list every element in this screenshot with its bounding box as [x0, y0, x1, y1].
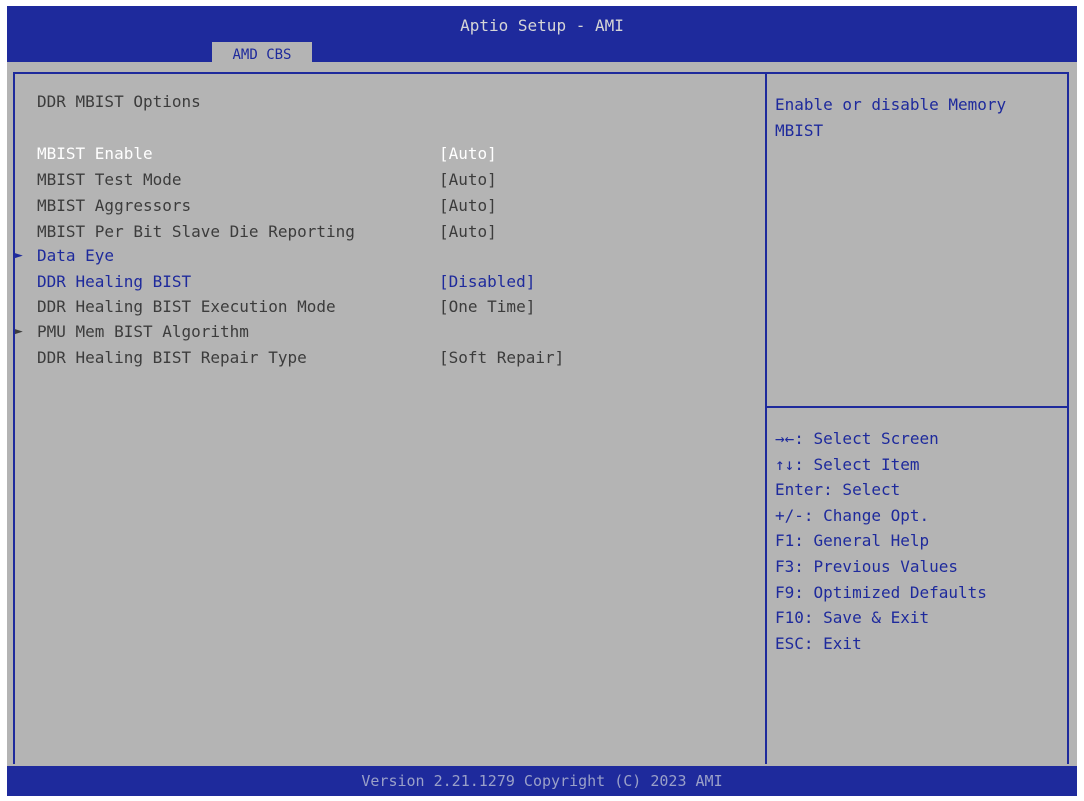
key-hint-enter: Enter: Select: [775, 480, 901, 500]
section-title: DDR MBIST Options: [37, 92, 201, 111]
submenu-arrow-icon: ►: [15, 248, 23, 263]
setting-ddr-healing-bist-repair-type[interactable]: DDR Healing BIST Repair Type [Soft Repai…: [7, 346, 757, 370]
key-hint-esc-exit: ESC: Exit: [775, 633, 862, 653]
setting-value[interactable]: [One Time]: [439, 295, 535, 319]
submenu-pmu-mem-bist-algorithm[interactable]: ► PMU Mem BIST Algorithm: [7, 320, 757, 344]
key-hint-optimized-defaults: F9: Optimized Defaults: [775, 582, 987, 602]
submenu-arrow-icon: ►: [15, 324, 23, 339]
setting-value[interactable]: [Auto]: [439, 220, 497, 244]
setting-label: MBIST Aggressors: [37, 196, 192, 215]
version-text: Version 2.21.1279 Copyright (C) 2023 AMI: [361, 772, 723, 790]
setting-value[interactable]: [Disabled]: [439, 270, 535, 294]
setting-mbist-per-bit-slave-die-reporting[interactable]: MBIST Per Bit Slave Die Reporting [Auto]: [7, 220, 757, 244]
setting-value[interactable]: [Soft Repair]: [439, 346, 564, 370]
setting-label: DDR Healing BIST Execution Mode: [37, 297, 336, 316]
footer-bar: Version 2.21.1279 Copyright (C) 2023 AMI: [7, 766, 1077, 796]
vertical-divider: [765, 72, 767, 764]
setting-value[interactable]: [Auto]: [439, 194, 497, 218]
setting-label: Data Eye: [37, 246, 115, 265]
key-hint-change-opt: +/-: Change Opt.: [775, 505, 930, 525]
key-hint-general-help: F1: General Help: [775, 531, 930, 551]
help-text: Enable or disable Memory MBIST: [775, 95, 1007, 140]
setting-label: MBIST Enable: [37, 144, 153, 163]
setting-ddr-healing-bist[interactable]: DDR Healing BIST [Disabled]: [7, 270, 757, 294]
setting-label: MBIST Test Mode: [37, 170, 182, 189]
key-hint-select-screen: →←: Select Screen: [775, 429, 939, 448]
help-divider: [767, 406, 1067, 408]
setting-mbist-enable[interactable]: MBIST Enable [Auto]: [7, 142, 757, 166]
setting-mbist-test-mode[interactable]: MBIST Test Mode [Auto]: [7, 168, 757, 192]
setting-value[interactable]: [Auto]: [439, 142, 497, 166]
setting-label: DDR Healing BIST: [37, 272, 192, 291]
key-hint-select-item: ↑↓: Select Item: [775, 454, 920, 474]
setting-label: DDR Healing BIST Repair Type: [37, 348, 307, 367]
setting-value[interactable]: [Auto]: [439, 168, 497, 192]
setting-label: PMU Mem BIST Algorithm: [37, 322, 249, 341]
main-panel: DDR MBIST Options MBIST Enable [Auto] MB…: [7, 62, 1077, 766]
top-bar: Aptio Setup - AMI AMD CBS: [7, 6, 1077, 68]
key-hint-save-exit: F10: Save & Exit: [775, 608, 930, 628]
key-legend: →←: Select Screen ↑↓: Select Item Enter:…: [775, 426, 1065, 656]
app-title: Aptio Setup - AMI: [460, 16, 624, 35]
setting-label: MBIST Per Bit Slave Die Reporting: [37, 222, 355, 241]
key-hint-previous-values: F3: Previous Values: [775, 556, 959, 576]
submenu-data-eye[interactable]: ► Data Eye: [7, 244, 757, 268]
setting-ddr-healing-bist-execution-mode[interactable]: DDR Healing BIST Execution Mode [One Tim…: [7, 295, 757, 319]
setting-mbist-aggressors[interactable]: MBIST Aggressors [Auto]: [7, 194, 757, 218]
